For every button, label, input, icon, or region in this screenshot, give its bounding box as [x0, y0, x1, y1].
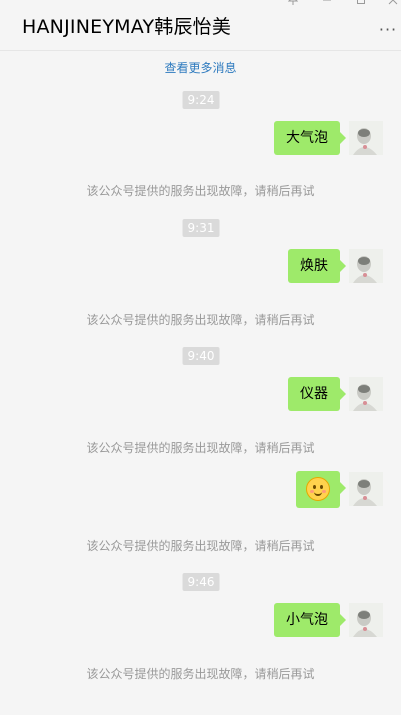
system-notice: 该公众号提供的服务出现故障，请稍后再试 — [86, 667, 315, 681]
message-bubble[interactable] — [296, 471, 346, 508]
message-bubble[interactable]: 仪器 — [288, 377, 346, 411]
avatar[interactable] — [349, 249, 383, 283]
message-bubble[interactable]: 焕肤 — [288, 249, 346, 283]
timestamp: 9:46 — [182, 573, 220, 591]
close-icon[interactable] — [385, 0, 401, 8]
chat-title: HANJINEYMAY韩辰怡美 — [22, 16, 232, 38]
system-notice: 该公众号提供的服务出现故障，请稍后再试 — [86, 313, 315, 327]
minimize-icon[interactable] — [319, 0, 335, 8]
more-options-button[interactable]: ··· — [377, 22, 399, 38]
avatar[interactable] — [349, 472, 383, 506]
pin-icon[interactable] — [285, 0, 301, 8]
system-notice: 该公众号提供的服务出现故障，请稍后再试 — [86, 441, 315, 455]
load-more-link[interactable]: 查看更多消息 — [0, 59, 401, 76]
smiling-blush-emoji-icon — [306, 477, 330, 501]
message-bubble[interactable]: 小气泡 — [274, 603, 346, 637]
system-notice: 该公众号提供的服务出现故障，请稍后再试 — [86, 539, 315, 553]
avatar[interactable] — [349, 603, 383, 637]
message-bubble[interactable]: 大气泡 — [274, 121, 346, 155]
avatar[interactable] — [349, 121, 383, 155]
timestamp: 9:40 — [182, 347, 220, 365]
timestamp: 9:31 — [182, 219, 220, 237]
avatar[interactable] — [349, 377, 383, 411]
maximize-icon[interactable] — [353, 0, 369, 8]
chat-header: HANJINEYMAY韩辰怡美 ··· — [0, 0, 401, 51]
timestamp: 9:24 — [182, 91, 220, 109]
system-notice: 该公众号提供的服务出现故障，请稍后再试 — [86, 184, 315, 198]
